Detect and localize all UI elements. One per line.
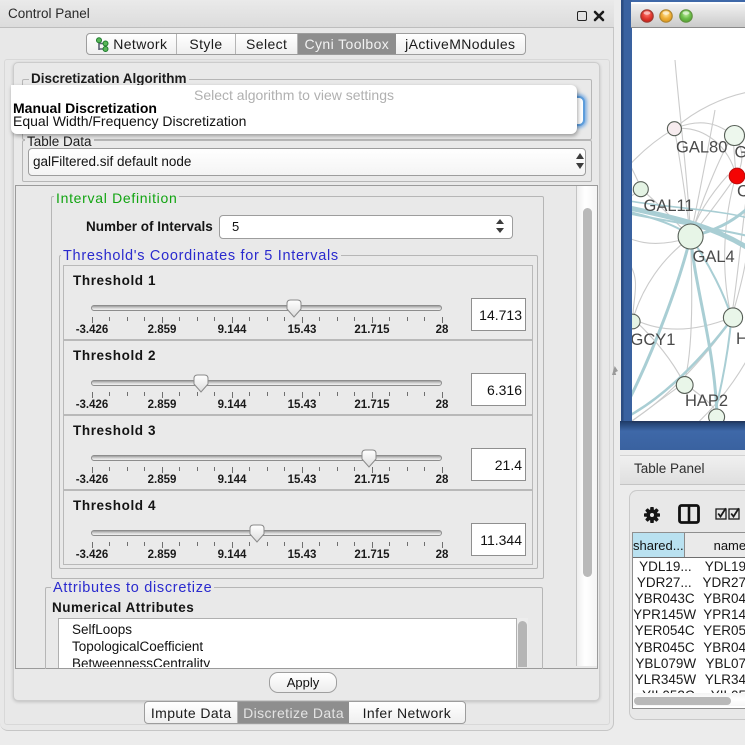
svg-text:H: H <box>736 330 745 348</box>
svg-text:HAP2: HAP2 <box>685 392 728 410</box>
svg-text:GA: GA <box>735 144 745 162</box>
svg-text:GAL11: GAL11 <box>644 197 694 215</box>
svg-text:C: C <box>737 183 745 201</box>
svg-text:GAL4: GAL4 <box>693 248 735 266</box>
svg-text:GAL80: GAL80 <box>676 139 727 157</box>
svg-text:GCY1: GCY1 <box>631 331 676 349</box>
